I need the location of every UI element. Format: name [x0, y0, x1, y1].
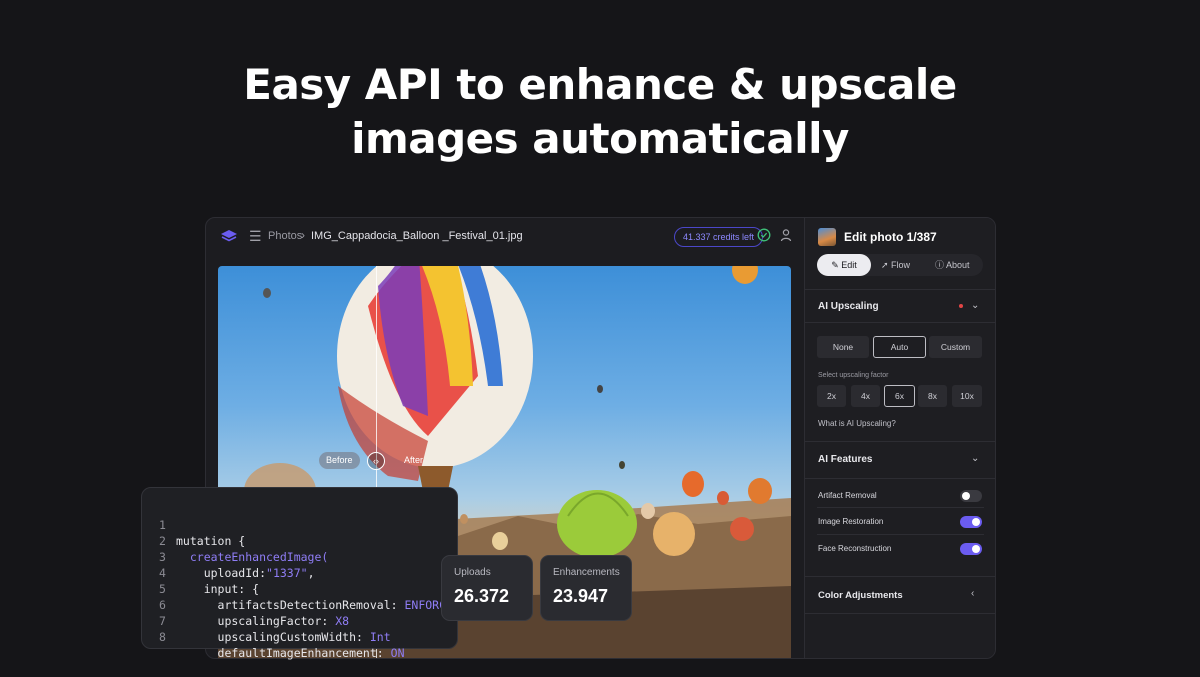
code-text: input: { — [176, 582, 260, 596]
divider — [817, 534, 984, 535]
divider — [805, 613, 995, 614]
logo-icon[interactable] — [220, 229, 238, 243]
tab-flow-label: Flow — [891, 260, 911, 270]
chevron-left-icon[interactable]: ‹ — [971, 588, 974, 599]
mode-none-button[interactable]: None — [817, 336, 869, 358]
tab-edit-label: Edit — [841, 260, 857, 270]
ai-features-title[interactable]: AI Features — [818, 454, 872, 465]
compare-handle-icon[interactable]: ‹› — [367, 452, 385, 470]
edit-panel: Edit photo 1/387 ✎ Edit ➚ Flow ⓘ About A… — [804, 218, 995, 658]
factor-8x-button[interactable]: 8x — [918, 385, 947, 407]
code-text: createEnhancedImage( — [176, 550, 329, 564]
rocket-icon: ➚ — [881, 260, 892, 270]
divider — [805, 441, 995, 442]
headline-line-1: Easy API to enhance & upscale — [243, 60, 957, 109]
top-bar: ☰ Photos › IMG_Cappadocia_Balloon _Festi… — [206, 218, 806, 254]
credits-badge[interactable]: 41.337 credits left — [674, 227, 764, 247]
enhancements-label: Enhancements — [553, 567, 620, 578]
factor-10x-button[interactable]: 10x — [952, 385, 982, 407]
pencil-icon: ✎ — [831, 260, 842, 270]
artifact-removal-label: Artifact Removal — [818, 491, 877, 500]
panel-tabs: ✎ Edit ➚ Flow ⓘ About — [817, 254, 983, 276]
image-restoration-toggle[interactable] — [960, 516, 982, 528]
enhancements-card: Enhancements 23.947 — [540, 555, 632, 621]
before-label: Before — [319, 452, 360, 469]
code-line: 1 mutation { — [142, 501, 245, 548]
code-value: Int — [369, 630, 391, 644]
line-number: 8 — [159, 630, 166, 644]
factor-6x-button[interactable]: 6x — [884, 385, 915, 407]
mode-custom-button[interactable]: Custom — [929, 336, 982, 358]
code-text: upscalingFactor: — [176, 614, 336, 628]
tab-about[interactable]: ⓘ About — [935, 254, 981, 276]
ai-upscaling-help-link[interactable]: What is AI Upscaling? — [818, 419, 896, 428]
factor-4x-button[interactable]: 4x — [851, 385, 880, 407]
enhancements-value: 23.947 — [553, 586, 609, 606]
code-text: uploadId: — [176, 566, 267, 580]
tab-about-label: About — [946, 260, 970, 270]
code-text: mutation { — [176, 534, 246, 548]
panel-title: Edit photo 1/387 — [844, 230, 937, 244]
factor-2x-button[interactable]: 2x — [817, 385, 846, 407]
chevron-down-icon[interactable]: ⌄ — [971, 453, 979, 464]
code-line: 6 upscalingFactor: X8 — [142, 581, 349, 628]
file-name: IMG_Cappadocia_Balloon _Festival_01.jpg — [311, 230, 523, 242]
check-circle-icon[interactable] — [757, 228, 771, 242]
divider — [805, 289, 995, 290]
face-reconstruction-toggle[interactable] — [960, 543, 982, 555]
color-adjustments-title[interactable]: Color Adjustments — [818, 590, 903, 601]
hero-headline: Easy API to enhance & upscale images aut… — [0, 58, 1200, 166]
menu-icon[interactable]: ☰ — [249, 228, 262, 245]
user-icon[interactable] — [780, 228, 792, 242]
headline-line-2: images automatically — [351, 114, 849, 163]
mode-auto-button[interactable]: Auto — [873, 336, 926, 358]
code-text: , — [307, 566, 315, 580]
uploads-card: Uploads 26.372 — [441, 555, 533, 621]
face-reconstruction-label: Face Reconstruction — [818, 544, 892, 553]
tab-edit[interactable]: ✎ Edit — [817, 254, 871, 276]
code-line: 5 artifactsDetectionRemoval: ENFORCE — [142, 565, 453, 612]
factor-label: Select upscaling factor — [818, 372, 889, 379]
artifact-removal-toggle[interactable] — [960, 490, 982, 502]
code-line: 8 defaultImageEnhancement: ON — [142, 613, 405, 660]
divider — [817, 507, 984, 508]
info-icon: ⓘ — [935, 260, 947, 270]
divider — [805, 478, 995, 479]
photo-thumbnail — [818, 228, 836, 246]
divider — [805, 576, 995, 577]
code-text: defaultImageEnhancement: — [176, 646, 391, 660]
ai-upscaling-title[interactable]: AI Upscaling — [818, 301, 879, 312]
breadcrumb-separator: › — [301, 228, 305, 242]
uploads-value: 26.372 — [454, 586, 510, 606]
code-text: artifactsDetectionRemoval: — [176, 598, 405, 612]
chevron-down-icon[interactable]: ⌄ — [971, 300, 979, 311]
image-restoration-label: Image Restoration — [818, 517, 884, 526]
code-line: 2 createEnhancedImage( — [142, 517, 328, 564]
code-value: "1337" — [266, 566, 308, 580]
code-line: 4 input: { — [142, 549, 259, 596]
status-dot — [959, 304, 963, 308]
divider — [805, 322, 995, 323]
tab-flow[interactable]: ➚ Flow — [881, 254, 917, 276]
code-snippet: 1 mutation { 2 createEnhancedImage( 3 up… — [141, 487, 458, 660]
code-line: 7 upscalingCustomWidth: Int — [142, 597, 391, 644]
after-label: After — [404, 455, 424, 465]
code-value: X8 — [335, 614, 350, 628]
code-text: upscalingCustomWidth: — [176, 630, 370, 644]
breadcrumb-photos[interactable]: Photos — [268, 230, 302, 242]
uploads-label: Uploads — [454, 567, 491, 578]
code-value: ON — [390, 646, 405, 660]
code-line: 3 uploadId:"1337", — [142, 533, 315, 580]
